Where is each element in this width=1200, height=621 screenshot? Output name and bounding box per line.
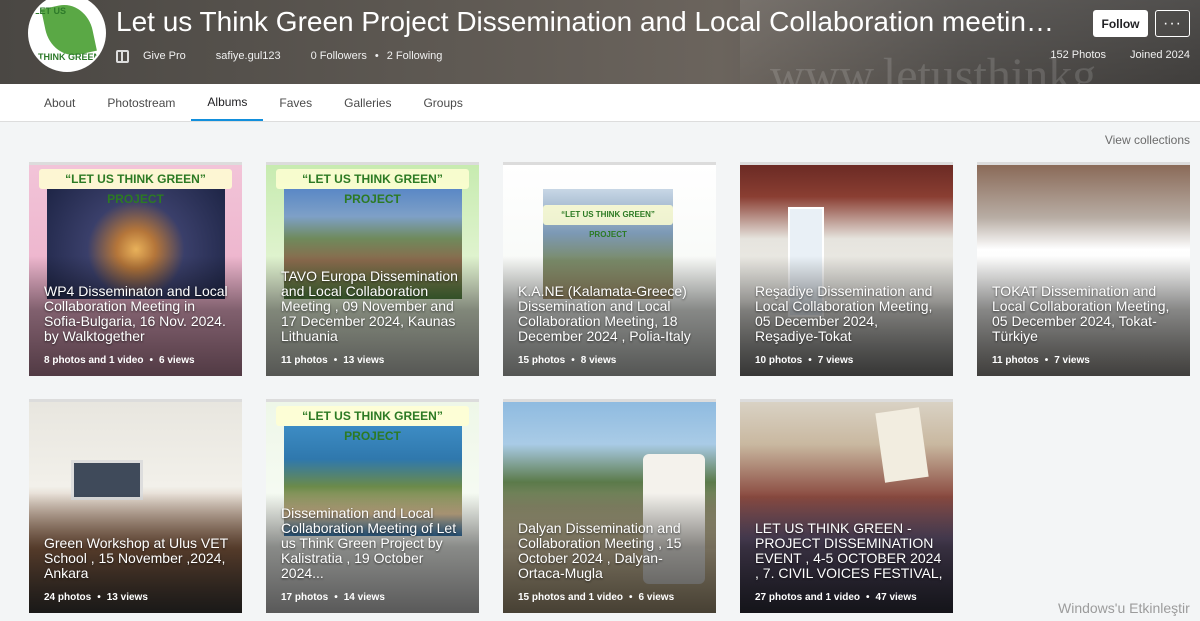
album-stats: 8 photos and 1 video • 6 views xyxy=(44,355,195,366)
separator-dot: • xyxy=(866,592,870,603)
album-photo-count: 8 photos and 1 video xyxy=(44,355,144,366)
album-photo-count: 11 photos xyxy=(992,355,1039,366)
tab-faves[interactable]: Faves xyxy=(263,84,328,121)
album-card[interactable]: TOKAT Dissemination and Local Collaborat… xyxy=(977,162,1190,376)
album-title: Dissemination and Local Collaboration Me… xyxy=(281,505,457,581)
tab-groups[interactable]: Groups xyxy=(407,84,478,121)
separator-dot: • xyxy=(571,355,575,366)
album-banner: “LET US THINK GREEN” PROJECT xyxy=(543,205,673,239)
separator-dot: • xyxy=(374,50,379,62)
album-stats: 15 photos and 1 video • 6 views xyxy=(518,592,674,603)
photo-count: 152 Photos xyxy=(1050,49,1107,61)
album-stats: 24 photos • 13 views xyxy=(44,592,148,603)
separator-dot: • xyxy=(97,592,101,603)
windows-activation-watermark: Windows'u Etkinleştir xyxy=(1058,600,1190,616)
tab-photostream[interactable]: Photostream xyxy=(91,84,191,121)
album-stats: 15 photos • 8 views xyxy=(518,355,616,366)
album-banner: “LET US THINK GREEN” PROJECT xyxy=(276,406,469,443)
album-card[interactable]: LET US THINK GREEN - PROJECT DISSEMINATI… xyxy=(740,399,953,613)
joined-date: Joined 2024 xyxy=(1130,49,1190,61)
follow-button[interactable]: Follow xyxy=(1093,10,1148,37)
album-title: WP4 Disseminaton and Local Collaboration… xyxy=(44,283,228,344)
album-card[interactable]: “LET US THINK GREEN” PROJECT TAVO Europa… xyxy=(266,162,479,376)
album-title: Green Workshop at Ulus VET School , 15 N… xyxy=(44,535,228,581)
page-title: Let us Think Green Project Dissemination… xyxy=(116,6,1064,37)
separator-dot: • xyxy=(629,592,633,603)
album-card[interactable]: “LET US THINK GREEN” PROJECT K.A.NE (Kal… xyxy=(503,162,716,376)
album-banner: “LET US THINK GREEN” PROJECT xyxy=(276,169,469,206)
profile-counts: 152 Photos Joined 2024 xyxy=(1050,49,1190,61)
album-banner: “LET US THINK GREEN” PROJECT xyxy=(39,169,232,206)
album-photo-count: 15 photos xyxy=(518,355,566,366)
separator-dot: • xyxy=(149,355,153,366)
album-photo-count: 10 photos xyxy=(755,355,803,366)
cover-watermark: www.letusthinkg xyxy=(770,49,1097,84)
album-stats: 10 photos • 7 views xyxy=(755,355,853,366)
album-stats: 17 photos • 14 views xyxy=(281,592,385,603)
album-photo-count: 15 photos and 1 video xyxy=(518,592,624,603)
separator-dot: • xyxy=(333,355,338,366)
album-photo-count: 27 photos and 1 video xyxy=(755,592,861,603)
album-views: 47 views xyxy=(875,592,917,603)
album-stats: 27 photos and 1 video • 47 views xyxy=(755,592,917,603)
album-card[interactable]: Reşadiye Dissemination and Local Collabo… xyxy=(740,162,953,376)
avatar-ring-bottom: THINK GREEN xyxy=(37,52,100,62)
album-views: 7 views xyxy=(817,355,854,366)
separator-dot: • xyxy=(334,592,338,603)
tab-galleries[interactable]: Galleries xyxy=(328,84,407,121)
album-photo-count: 24 photos xyxy=(44,592,92,603)
username: safiye.gul123 xyxy=(215,50,281,62)
avatar-ring-top: LET US xyxy=(34,6,67,16)
album-title: Dalyan Dissemination and Collaboration M… xyxy=(518,520,682,581)
album-views: 13 views xyxy=(343,355,385,366)
album-title: TOKAT Dissemination and Local Collaborat… xyxy=(992,283,1170,344)
album-photo-count: 11 photos xyxy=(281,355,328,366)
album-views: 14 views xyxy=(343,592,385,603)
album-views: 13 views xyxy=(106,592,148,603)
separator-dot: • xyxy=(808,355,812,366)
album-views: 8 views xyxy=(580,355,617,366)
album-card[interactable]: Green Workshop at Ulus VET School , 15 N… xyxy=(29,399,242,613)
profile-meta: Give Pro safiye.gul123 0 Followers • 2 F… xyxy=(116,48,472,64)
gift-icon[interactable] xyxy=(116,49,129,63)
album-photo-count: 17 photos xyxy=(281,592,329,603)
album-card[interactable]: “LET US THINK GREEN” PROJECT Disseminati… xyxy=(266,399,479,613)
avatar[interactable]: LET US THINK GREEN xyxy=(28,0,106,72)
profile-tabs: About Photostream Albums Faves Galleries… xyxy=(0,84,1200,122)
album-title: K.A.NE (Kalamata-Greece) Dissemination a… xyxy=(518,283,691,344)
view-collections-link[interactable]: View collections xyxy=(1105,133,1190,147)
album-views: 6 views xyxy=(638,592,675,603)
tab-about[interactable]: About xyxy=(28,84,91,121)
album-title: Reşadiye Dissemination and Local Collabo… xyxy=(755,283,933,344)
album-stats: 11 photos • 7 views xyxy=(992,355,1090,366)
album-title: TAVO Europa Dissemination and Local Coll… xyxy=(281,268,458,344)
album-stats: 11 photos • 13 views xyxy=(281,355,384,366)
following-link[interactable]: 2 Following xyxy=(387,50,443,62)
followers-link[interactable]: 0 Followers xyxy=(311,50,367,62)
album-views: 6 views xyxy=(158,355,195,366)
separator-dot: • xyxy=(1044,355,1049,366)
give-pro-link[interactable]: Give Pro xyxy=(143,50,186,62)
album-title: LET US THINK GREEN - PROJECT DISSEMINATI… xyxy=(755,520,943,581)
album-card[interactable]: Dalyan Dissemination and Collaboration M… xyxy=(503,399,716,613)
album-card[interactable]: “LET US THINK GREEN” PROJECT WP4 Dissemi… xyxy=(29,162,242,376)
profile-header: www.letusthinkg LET US THINK GREEN Let u… xyxy=(0,0,1200,84)
more-options-button[interactable]: ··· xyxy=(1155,10,1190,37)
tab-albums[interactable]: Albums xyxy=(191,84,264,121)
album-views: 7 views xyxy=(1054,355,1090,366)
